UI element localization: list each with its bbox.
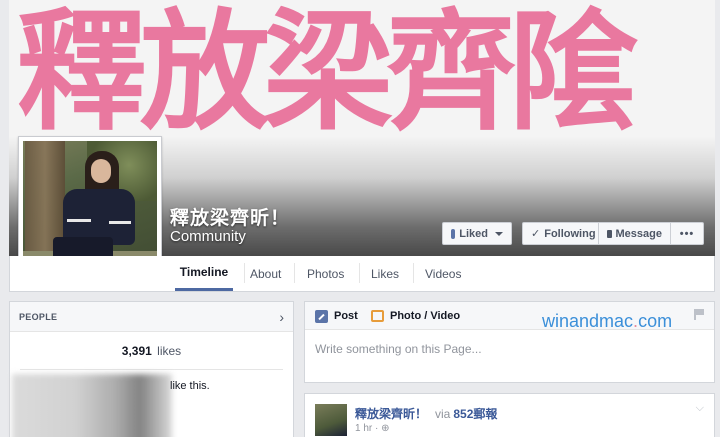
post-via-target[interactable]: 852郵報 bbox=[453, 407, 497, 421]
people-title: PEOPLE bbox=[19, 311, 58, 322]
liked-button[interactable]: Liked bbox=[442, 222, 512, 245]
page-nav: Timeline About Photos Likes Videos bbox=[9, 256, 715, 292]
photo-icon bbox=[371, 310, 384, 322]
chevron-down-icon[interactable]: ⌵ bbox=[696, 402, 704, 415]
pencil-icon bbox=[315, 309, 328, 323]
tab-likes[interactable]: Likes bbox=[371, 256, 399, 291]
message-icon bbox=[607, 229, 612, 238]
likes-count[interactable]: 3,391 bbox=[122, 344, 152, 358]
tab-divider bbox=[359, 263, 360, 283]
post-via: via 852郵報 bbox=[435, 405, 497, 422]
tab-timeline[interactable]: Timeline bbox=[175, 256, 233, 291]
message-button[interactable]: Message bbox=[598, 222, 671, 245]
watermark-part1: winandmac bbox=[542, 311, 634, 331]
composer-tab-photo-video[interactable]: Photo / Video bbox=[371, 302, 460, 330]
page-category[interactable]: Community bbox=[170, 228, 246, 245]
caret-down-icon bbox=[495, 231, 503, 236]
more-options-button[interactable]: ••• bbox=[670, 222, 704, 245]
like-this-text: like this. bbox=[170, 380, 210, 392]
tab-about[interactable]: About bbox=[250, 256, 281, 291]
composer-tab-post[interactable]: Post bbox=[315, 302, 358, 330]
cover-banner-text: 釋放梁齊隂 bbox=[17, 2, 639, 142]
likes-summary: 3,391 likes bbox=[10, 344, 293, 358]
sleeve-stripe bbox=[109, 221, 131, 224]
post-via-label: via bbox=[435, 407, 451, 421]
post-timestamp[interactable]: 1 hr · ⊕ bbox=[355, 423, 390, 434]
timeline-post: 釋放梁齊昕！ via 852郵報 1 hr · ⊕ ⌵ bbox=[304, 393, 715, 437]
tab-divider bbox=[294, 263, 295, 283]
profile-image bbox=[23, 141, 157, 273]
tab-divider bbox=[413, 263, 414, 283]
following-label: Following bbox=[544, 227, 596, 240]
tab-videos[interactable]: Videos bbox=[425, 256, 461, 291]
thumbs-up-icon bbox=[451, 228, 456, 239]
check-icon: ✓ bbox=[531, 228, 541, 240]
composer-tabs: Post Photo / Video winandmac.com bbox=[305, 302, 714, 332]
tab-photos[interactable]: Photos bbox=[307, 256, 344, 291]
person-face bbox=[91, 159, 111, 183]
divider bbox=[20, 369, 283, 370]
following-button[interactable]: ✓ Following bbox=[522, 222, 599, 245]
people-header[interactable]: PEOPLE › bbox=[10, 302, 293, 332]
chevron-right-icon[interactable]: › bbox=[279, 309, 284, 325]
post-avatar[interactable] bbox=[315, 404, 347, 436]
watermark-part2: com bbox=[638, 311, 673, 331]
composer-post-label: Post bbox=[334, 310, 358, 322]
sleeve-stripe bbox=[67, 219, 91, 222]
composer-photo-label: Photo / Video bbox=[390, 310, 461, 322]
composer-input[interactable]: Write something on this Page... bbox=[315, 342, 482, 356]
message-label: Message bbox=[615, 227, 662, 240]
people-card: PEOPLE › 3,391 likes like this. bbox=[9, 301, 294, 437]
flag-icon[interactable] bbox=[694, 309, 704, 320]
tab-divider bbox=[244, 263, 245, 283]
post-author[interactable]: 釋放梁齊昕！ bbox=[355, 405, 427, 422]
likes-unit: likes bbox=[157, 344, 182, 358]
post-composer: Post Photo / Video winandmac.com Write s… bbox=[304, 301, 715, 383]
blurred-friends bbox=[12, 374, 172, 437]
watermark: winandmac.com bbox=[542, 311, 672, 332]
liked-label: Liked bbox=[459, 227, 488, 240]
page-title[interactable]: 釋放梁齊昕！ bbox=[170, 203, 290, 230]
